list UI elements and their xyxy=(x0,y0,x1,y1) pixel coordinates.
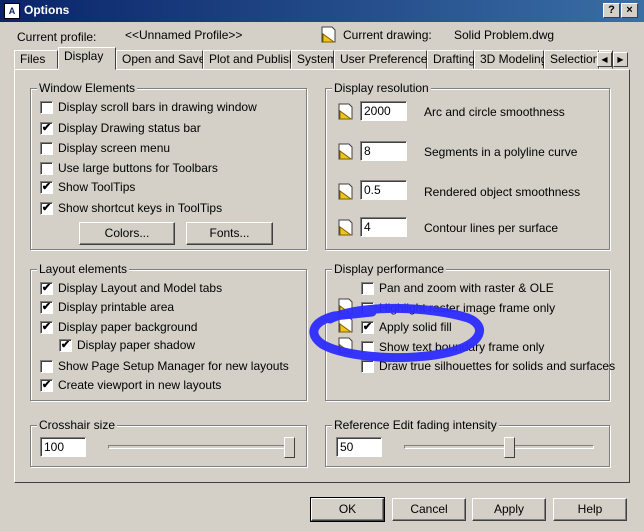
page-setup-manager-checkbox[interactable] xyxy=(40,360,53,373)
printable-area-label: Display printable area xyxy=(58,300,175,314)
contour-lines-label: Contour lines per surface xyxy=(424,221,559,235)
xref-fading-slider-thumb[interactable] xyxy=(504,437,515,458)
large-buttons-label: Use large buttons for Toolbars xyxy=(58,161,218,175)
tab-user-preferences[interactable]: User Preferences xyxy=(334,50,433,69)
shortcut-keys-checkbox[interactable]: ✔ xyxy=(40,202,53,215)
drawing-setting-icon xyxy=(338,143,353,160)
show-tooltips-checkbox[interactable]: ✔ xyxy=(40,181,53,194)
xref-fading-title: Reference Edit fading intensity xyxy=(332,418,499,432)
paper-shadow-label: Display paper shadow xyxy=(77,338,196,352)
current-drawing-value: Solid Problem.dwg xyxy=(454,28,555,42)
paper-shadow-checkbox[interactable]: ✔ xyxy=(59,339,72,352)
ok-button[interactable]: OK xyxy=(310,497,385,522)
current-drawing-label: Current drawing: xyxy=(343,28,432,42)
drawing-status-bar-label: Display Drawing status bar xyxy=(58,121,201,135)
crosshair-size-input[interactable]: 100 xyxy=(40,437,86,457)
title-bar[interactable]: A Options ? × xyxy=(0,0,644,22)
current-profile-value: <<Unnamed Profile>> xyxy=(125,28,243,42)
layout-model-tabs-label: Display Layout and Model tabs xyxy=(58,281,223,295)
polyline-segments-input[interactable]: 8 xyxy=(360,141,407,161)
polyline-segments-label: Segments in a polyline curve xyxy=(424,145,578,159)
large-buttons-checkbox[interactable] xyxy=(40,162,53,175)
shortcut-keys-label: Show shortcut keys in ToolTips xyxy=(58,201,223,215)
drawing-setting-icon xyxy=(338,183,353,200)
options-dialog: A Options ? × Current profile: <<Unnamed… xyxy=(0,0,644,531)
display-performance-title: Display performance xyxy=(332,262,447,276)
help-button[interactable]: Help xyxy=(553,498,627,521)
scroll-bars-checkbox[interactable] xyxy=(40,101,53,114)
screen-menu-label: Display screen menu xyxy=(58,141,171,155)
xref-fading-track xyxy=(404,445,594,449)
tab-drafting[interactable]: Drafting xyxy=(427,50,475,69)
apply-button[interactable]: Apply xyxy=(472,498,546,521)
arc-smoothness-label: Arc and circle smoothness xyxy=(424,105,565,119)
crosshair-size-slider-thumb[interactable] xyxy=(284,437,295,458)
contour-lines-input[interactable]: 4 xyxy=(360,217,407,237)
create-viewport-label: Create viewport in new layouts xyxy=(58,378,222,392)
tab-3d-modeling[interactable]: 3D Modeling xyxy=(474,50,547,69)
screen-menu-checkbox[interactable] xyxy=(40,142,53,155)
rendered-smoothness-label: Rendered object smoothness xyxy=(424,185,581,199)
scroll-bars-label: Display scroll bars in drawing window xyxy=(58,100,257,114)
show-tooltips-label: Show ToolTips xyxy=(58,180,136,194)
help-title-button[interactable]: ? xyxy=(603,3,620,18)
tab-scroll-left-arrow[interactable]: ◀ xyxy=(597,52,612,67)
fonts-button[interactable]: Fonts... xyxy=(186,222,273,245)
close-title-button[interactable]: × xyxy=(621,3,638,18)
tab-plot-and-publish[interactable]: Plot and Publish xyxy=(203,50,296,69)
drawing-file-icon xyxy=(321,26,336,43)
autocad-app-icon: A xyxy=(4,3,20,19)
layout-elements-title: Layout elements xyxy=(37,262,130,276)
colors-button[interactable]: Colors... xyxy=(79,222,175,245)
registry-setting-icon xyxy=(338,219,353,236)
printable-area-checkbox[interactable]: ✔ xyxy=(40,301,53,314)
tab-system[interactable]: System xyxy=(291,50,337,69)
drawing-status-bar-checkbox[interactable]: ✔ xyxy=(40,122,53,135)
tab-selection[interactable]: Selection xyxy=(544,50,599,69)
layout-model-tabs-checkbox[interactable]: ✔ xyxy=(40,282,53,295)
crosshair-size-track xyxy=(108,445,295,449)
arc-smoothness-input[interactable]: 2000 xyxy=(360,101,407,121)
paper-background-label: Display paper background xyxy=(58,320,198,334)
cancel-button[interactable]: Cancel xyxy=(392,498,466,521)
create-viewport-checkbox[interactable]: ✔ xyxy=(40,379,53,392)
window-title: Options xyxy=(24,3,70,17)
rendered-smoothness-input[interactable]: 0.5 xyxy=(360,180,407,200)
page-setup-manager-label: Show Page Setup Manager for new layouts xyxy=(58,359,289,373)
tab-open-and-save[interactable]: Open and Save xyxy=(116,50,205,69)
display-resolution-title: Display resolution xyxy=(332,81,431,95)
paper-background-checkbox[interactable]: ✔ xyxy=(40,321,53,334)
crosshair-size-title: Crosshair size xyxy=(37,418,118,432)
current-profile-label: Current profile: xyxy=(17,30,97,44)
window-elements-title: Window Elements xyxy=(37,81,138,95)
tab-display[interactable]: Display xyxy=(58,47,116,70)
xref-fading-input[interactable]: 50 xyxy=(336,437,382,457)
blue-highlight-annotation xyxy=(309,303,484,362)
tab-scroll-right-arrow[interactable]: ▶ xyxy=(613,52,628,67)
drawing-setting-icon xyxy=(338,103,353,120)
tab-files[interactable]: Files xyxy=(14,50,58,69)
